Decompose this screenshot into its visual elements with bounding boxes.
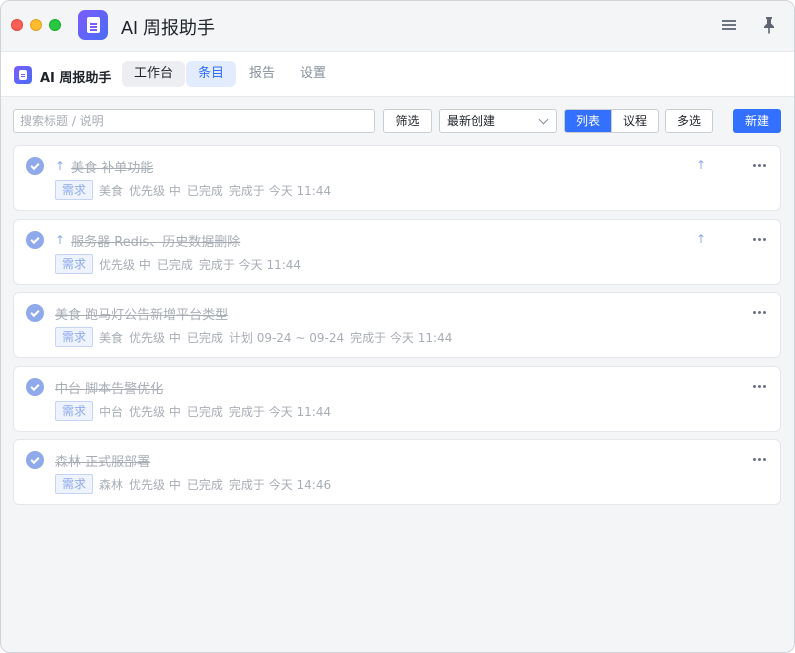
completed-check-icon[interactable]	[26, 304, 44, 322]
item-status: 已完成	[156, 257, 193, 272]
item-title: 中台 脚本告警优化	[55, 381, 164, 397]
list-item[interactable]: 美食 跑马灯公告新增平台类型 需求 美食 优先级 中 已完成 计划 09-24 …	[13, 292, 781, 358]
list-item[interactable]: 森林 正式服部署 需求 森林 优先级 中 已完成 完成于 今天 14:46	[13, 439, 781, 505]
sort-select[interactable]: 最新创建	[439, 109, 557, 133]
search-input[interactable]	[13, 109, 375, 133]
item-title: 服务器 Redis、历史数据删除	[71, 234, 241, 250]
item-priority: 优先级 中	[129, 330, 181, 345]
completed-check-icon[interactable]	[26, 231, 44, 249]
item-completed-time: 完成于 今天 14:46	[228, 477, 332, 492]
item-project: 美食	[99, 183, 124, 198]
item-completed-time: 完成于 今天 11:44	[228, 183, 332, 198]
window-title: AI 周报助手	[121, 18, 216, 38]
zoom-window-button[interactable]	[49, 19, 61, 31]
item-completed-time: 完成于 今天 11:44	[350, 330, 453, 345]
type-tag: 需求	[55, 180, 94, 200]
list-item[interactable]: ↑ 美食 补单功能 需求 美食 优先级 中 已完成 完成于 今天 11:44 ↑	[13, 145, 781, 211]
pin-to-top-icon[interactable]: ↑	[696, 158, 706, 172]
pinned-arrow-icon: ↑	[55, 159, 66, 173]
item-priority: 优先级 中	[129, 477, 181, 492]
item-plan-range: 计划 09-24 ~ 09-24	[228, 330, 345, 345]
nav-bar: AI 周报助手 工作台 条目 报告 设置	[1, 52, 794, 97]
completed-check-icon[interactable]	[26, 378, 44, 396]
item-priority: 优先级 中	[129, 404, 181, 419]
multi-select-button[interactable]: 多选	[665, 109, 713, 133]
tab-items[interactable]: 条目	[186, 61, 237, 87]
list-item[interactable]: ↑ 服务器 Redis、历史数据删除 需求 优先级 中 已完成 完成于 今天 1…	[13, 219, 781, 285]
item-project: 美食	[99, 330, 124, 345]
item-completed-time: 完成于 今天 11:44	[198, 257, 302, 272]
title-bar: AI 周报助手	[1, 1, 794, 52]
new-item-button[interactable]: 新建	[733, 109, 781, 133]
view-list-button[interactable]: 列表	[565, 110, 611, 132]
view-toggle: 列表 议程	[564, 109, 659, 133]
view-agenda-button[interactable]: 议程	[611, 110, 658, 132]
brand-logo-icon	[14, 66, 32, 84]
item-status: 已完成	[186, 183, 223, 198]
item-title: 美食 跑马灯公告新增平台类型	[55, 307, 229, 323]
item-project: 森林	[99, 477, 124, 492]
more-options-icon[interactable]	[750, 158, 768, 172]
pin-to-top-icon[interactable]: ↑	[696, 232, 706, 246]
close-window-button[interactable]	[11, 19, 23, 31]
app-document-icon	[78, 10, 108, 40]
app-window: AI 周报助手 AI 周报助手 工作台 条目 报告 设置 筛选 最新创建 列表 …	[0, 0, 795, 653]
tab-settings[interactable]: 设置	[288, 61, 338, 87]
item-completed-time: 完成于 今天 11:44	[228, 404, 332, 419]
menu-icon[interactable]	[718, 14, 740, 36]
item-priority: 优先级 中	[129, 183, 181, 198]
list-item[interactable]: 中台 脚本告警优化 需求 中台 优先级 中 已完成 完成于 今天 11:44	[13, 366, 781, 432]
item-project: 中台	[99, 404, 124, 419]
pin-icon[interactable]	[758, 14, 780, 36]
chevron-down-icon	[538, 114, 549, 125]
completed-check-icon[interactable]	[26, 451, 44, 469]
type-tag: 需求	[55, 327, 94, 347]
sort-select-value: 最新创建	[447, 114, 496, 128]
tab-workbench[interactable]: 工作台	[122, 61, 186, 87]
tab-reports[interactable]: 报告	[237, 61, 287, 87]
completed-check-icon[interactable]	[26, 157, 44, 175]
minimize-window-button[interactable]	[30, 19, 42, 31]
filter-button[interactable]: 筛选	[383, 109, 432, 133]
item-status: 已完成	[186, 477, 223, 492]
item-status: 已完成	[186, 330, 223, 345]
more-options-icon[interactable]	[750, 452, 768, 466]
more-options-icon[interactable]	[750, 305, 768, 319]
item-status: 已完成	[186, 404, 223, 419]
item-title: 美食 补单功能	[71, 160, 154, 176]
item-title: 森林 正式服部署	[55, 454, 151, 470]
brand-name: AI 周报助手	[40, 71, 112, 86]
type-tag: 需求	[55, 254, 94, 274]
type-tag: 需求	[55, 474, 94, 494]
type-tag: 需求	[55, 401, 94, 421]
more-options-icon[interactable]	[750, 379, 768, 393]
item-priority: 优先级 中	[99, 257, 151, 272]
more-options-icon[interactable]	[750, 232, 768, 246]
pinned-arrow-icon: ↑	[55, 233, 66, 247]
